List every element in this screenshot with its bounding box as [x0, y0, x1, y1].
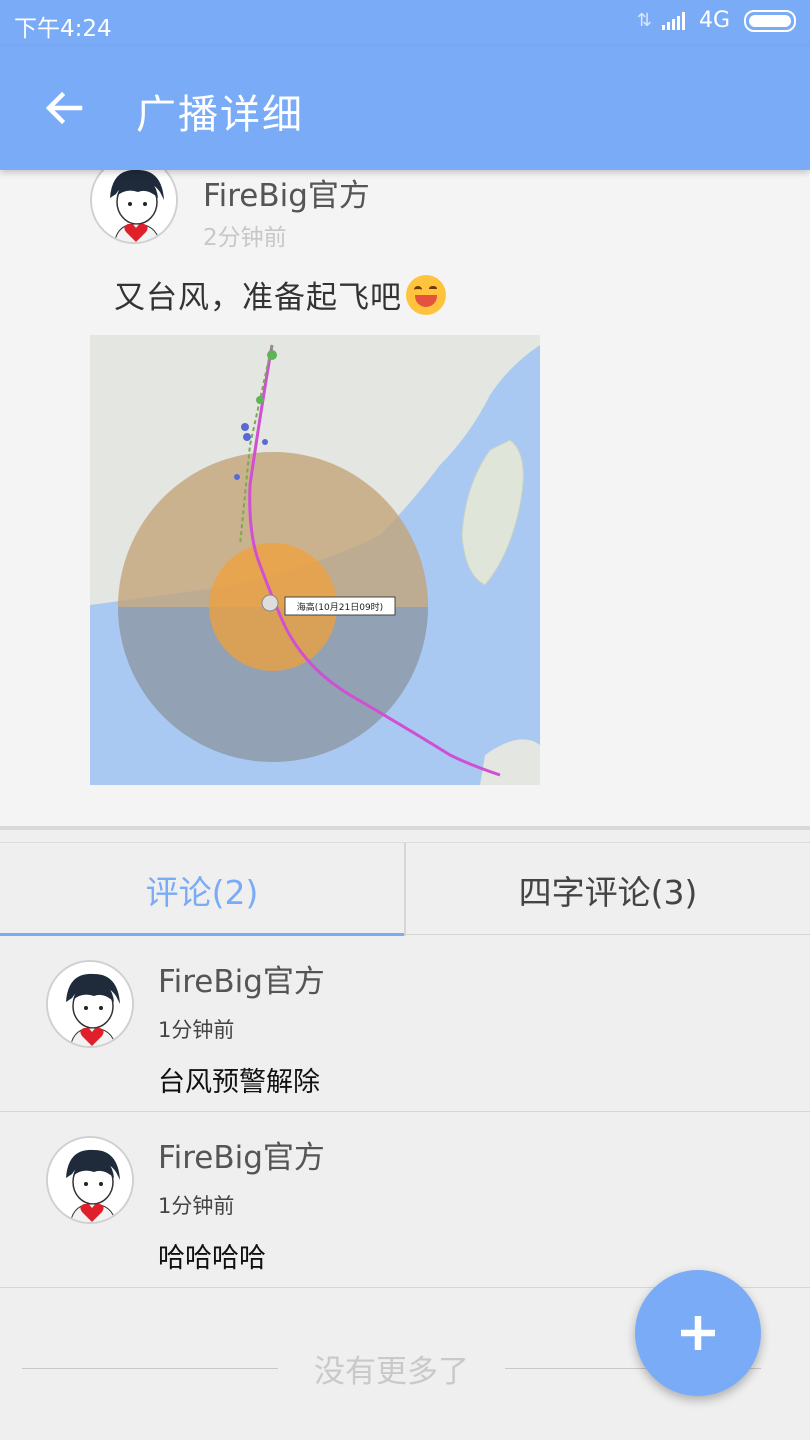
tab-comments[interactable]: 评论(2) — [0, 843, 404, 936]
post-text: 又台风，准备起飞吧 — [114, 280, 402, 316]
no-more-text: 没有更多了 — [314, 1353, 469, 1390]
post-content: 又台风，准备起飞吧 — [114, 272, 446, 317]
tab-four-char-comments[interactable]: 四字评论(3) — [404, 843, 810, 936]
add-comment-button[interactable] — [635, 1270, 761, 1396]
data-transfer-icon: ⇅ — [636, 10, 652, 31]
divider — [404, 934, 810, 935]
app-toolbar: 广播详细 — [0, 46, 810, 170]
status-icons: ⇅ 4G — [637, 8, 796, 33]
comment-tabs: 评论(2) 四字评论(3) — [0, 842, 810, 936]
author-avatar[interactable] — [90, 170, 178, 244]
network-type: 4G — [698, 8, 730, 33]
comment-item[interactable]: FireBig官方 1分钟前 哈哈哈哈 — [0, 1112, 810, 1288]
plus-icon — [681, 1316, 715, 1350]
status-time: 下午4:24 — [14, 16, 112, 42]
comment-item[interactable]: FireBig官方 1分钟前 台风预警解除 — [0, 936, 810, 1112]
smiling-face-icon — [406, 274, 446, 315]
commenter-name[interactable]: FireBig官方 — [158, 956, 325, 1001]
comment-time: 1分钟前 — [158, 1194, 235, 1218]
comment-time: 1分钟前 — [158, 1018, 235, 1042]
arrow-left-icon[interactable] — [40, 84, 88, 132]
divider — [22, 1367, 278, 1369]
post-time: 2分钟前 — [203, 225, 287, 251]
commenter-name[interactable]: FireBig官方 — [158, 1132, 325, 1177]
page-title: 广播详细 — [136, 92, 304, 138]
commenter-avatar[interactable] — [46, 960, 134, 1048]
battery-icon — [744, 9, 796, 32]
comment-text: 台风预警解除 — [158, 1067, 320, 1098]
map-label: 海高(10月21日09时) — [297, 601, 383, 613]
post-author[interactable]: FireBig官方 — [203, 170, 370, 215]
post-card: FireBig官方 2分钟前 又台风，准备起飞吧 海高(10月21日09时) — [0, 170, 810, 830]
status-bar: 下午4:24 ⇅ 4G — [0, 0, 810, 46]
typhoon-map-image[interactable]: 海高(10月21日09时) — [90, 335, 540, 785]
comment-text: 哈哈哈哈 — [158, 1243, 266, 1274]
commenter-avatar[interactable] — [46, 1136, 134, 1224]
signal-icon — [661, 11, 685, 30]
